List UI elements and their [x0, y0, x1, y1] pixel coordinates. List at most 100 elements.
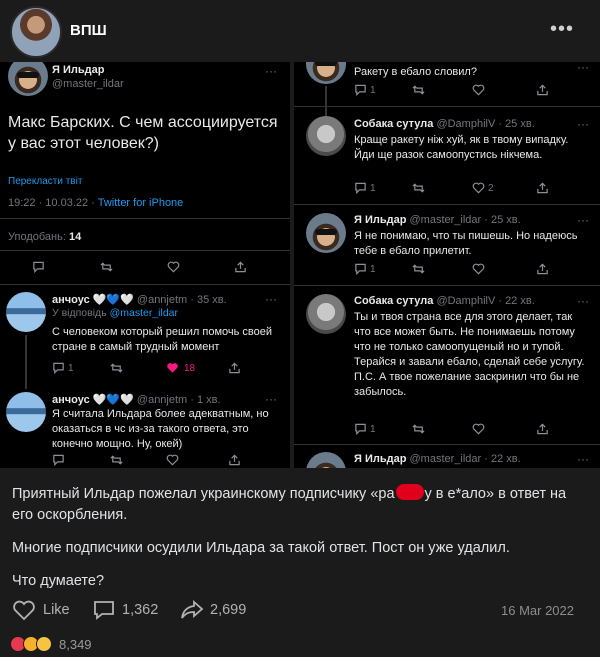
replying-to-handle: @master_ildar [109, 307, 179, 319]
reply-text: С человеком который решил помочь своей с… [52, 326, 273, 353]
replying-to: У відповідь @master_ildar [52, 306, 178, 321]
retweet-icon [412, 423, 425, 438]
divider [294, 444, 600, 445]
tweet-author-handle: @master_ildar [52, 78, 124, 90]
reply-count: 1 [370, 183, 376, 194]
divider [294, 285, 600, 286]
reactions-count: 8,349 [59, 636, 92, 652]
reply-icon [354, 263, 367, 278]
post-header: ВПШ ••• [0, 0, 600, 62]
reply-author-handle: @annjetm · 35 хв. [136, 294, 227, 306]
tweet-author-name: Я Ильдар [52, 64, 105, 76]
tweet-author: Собака сутула @DamphilV · 25 хв. [354, 118, 535, 130]
tweet-author: Я Ильдар @master_ildar · 25 хв. [354, 214, 521, 226]
likes-count: 14 [68, 231, 82, 243]
reply-actions: 1 18 [52, 362, 280, 378]
tweet-timestamp: 19:22 · 10.03.22 · Twitter for iPhone [8, 196, 183, 211]
redaction-mark [395, 484, 424, 500]
comment-count: 1,362 [122, 602, 159, 618]
tweet-author-name: Собака сутула [354, 118, 434, 130]
avatar-ildar [306, 62, 346, 84]
tweet-author-handle: @master_ildar · 25 хв. [409, 214, 521, 226]
caption-paragraph: Что думаете? [12, 573, 105, 589]
avatar-annjetm [6, 392, 46, 432]
reply-author-name: анчоус 🤍💙🤍 [52, 294, 134, 306]
like-icon [472, 423, 485, 438]
reply-count: 1 [370, 264, 376, 275]
comment-icon [94, 601, 114, 620]
share-button[interactable]: 2,699 [180, 598, 246, 622]
likes-label: Уподобань: [8, 231, 66, 243]
share-icon [536, 84, 549, 99]
tweet-more-icon: ··· [265, 392, 277, 406]
retweet-icon [412, 84, 425, 99]
tweet-text: Я не понимаю, что ты пишешь. Но надеюсь … [354, 230, 578, 257]
page-name[interactable]: ВПШ [70, 22, 107, 39]
screenshot-left: Я Ильдар @master_ildar ··· Макс Барских.… [0, 62, 290, 468]
avatar-ildar [306, 452, 346, 468]
reply-icon [354, 84, 367, 99]
tweet-more-icon: ··· [577, 452, 589, 466]
tweet-author: Собака сутула @DamphilV · 22 хв. [354, 295, 535, 307]
share-icon [536, 263, 549, 278]
avatar-damphilv [306, 116, 346, 156]
avatar-damphilv [306, 294, 346, 334]
post-card: ВПШ ••• Я Ильдар @master_ildar ··· Макс … [0, 0, 600, 657]
likes-summary: Уподобань: 14 [8, 230, 81, 245]
reply-author-name: анчоус 🤍💙🤍 [52, 394, 134, 406]
tweet-text: Ты и твоя страна все для этого делает, т… [354, 311, 585, 398]
retweet-icon [100, 261, 113, 276]
tweet-author-handle: @DamphilV · 22 хв. [436, 295, 535, 307]
post-date: 16 Мar 2022 [501, 603, 574, 618]
more-options-button[interactable]: ••• [550, 18, 574, 41]
tweet-author-name: Я Ильдар [354, 453, 407, 465]
post-caption: Приятный Ильдар пожелал украинскому подп… [12, 484, 587, 604]
share-count: 2,699 [210, 602, 247, 618]
caption-paragraph: Многие подписчики осудили Ильдара за так… [12, 540, 510, 556]
like-label: Like [43, 602, 70, 618]
like-count: 2 [488, 183, 494, 194]
reply-icon [354, 182, 367, 197]
tweet-author-name: Я Ильдар [354, 214, 407, 226]
share-icon [228, 362, 241, 377]
caption-paragraph: Приятный Ильдар пожелал украинскому подп… [12, 484, 587, 526]
reply-icon [52, 362, 65, 377]
like-icon [166, 454, 179, 468]
page-avatar[interactable] [10, 6, 62, 58]
tweet-more-icon: ··· [577, 294, 589, 308]
tweet-author-handle: @DamphilV · 25 хв. [436, 118, 535, 130]
reply-count: 1 [68, 363, 74, 374]
avatar-ildar [306, 213, 346, 253]
comment-button[interactable]: 1,362 [92, 598, 158, 622]
post-footer: Like 1,362 2,699 16 Мar 2022 [0, 594, 600, 626]
tweet-actions: 1 2 [354, 182, 590, 198]
main-tweet-actions [0, 261, 290, 277]
reply-author: анчоус 🤍💙🤍 @annjetm · 35 хв. [52, 293, 227, 306]
tweet-text: Краще ракету ніж хуй, як в твому випадку… [354, 134, 569, 161]
tweet-author: Я Ильдар @master_ildar · 22 хв. [354, 453, 521, 465]
retweet-icon [412, 182, 425, 197]
translate-link: Перекласти твіт [8, 176, 83, 187]
like-button[interactable]: Like [12, 598, 70, 622]
laugh-reaction-icon [36, 636, 52, 652]
tweet-author-handle: @master_ildar · 22 хв. [409, 453, 521, 465]
tweet-author-name: Собака сутула [354, 295, 434, 307]
reactions-summary[interactable]: 8,349 [10, 634, 92, 654]
divider [294, 204, 600, 205]
reply-icon [354, 423, 367, 438]
avatar-ildar [8, 62, 48, 96]
like-count: 18 [184, 363, 196, 374]
divider [294, 106, 600, 107]
thread-line [325, 86, 327, 116]
share-icon [234, 261, 247, 276]
share-icon [536, 182, 549, 197]
tweet-actions: 1 [354, 84, 590, 100]
heart-icon [13, 600, 35, 621]
avatar-annjetm [6, 292, 46, 332]
tweet-more-icon: ··· [265, 64, 277, 78]
like-icon [472, 263, 485, 278]
like-icon [472, 182, 485, 197]
reply-actions [52, 454, 280, 468]
reply-text: Я считала Ильдара более адекватным, но о… [52, 408, 269, 450]
divider [0, 218, 290, 219]
